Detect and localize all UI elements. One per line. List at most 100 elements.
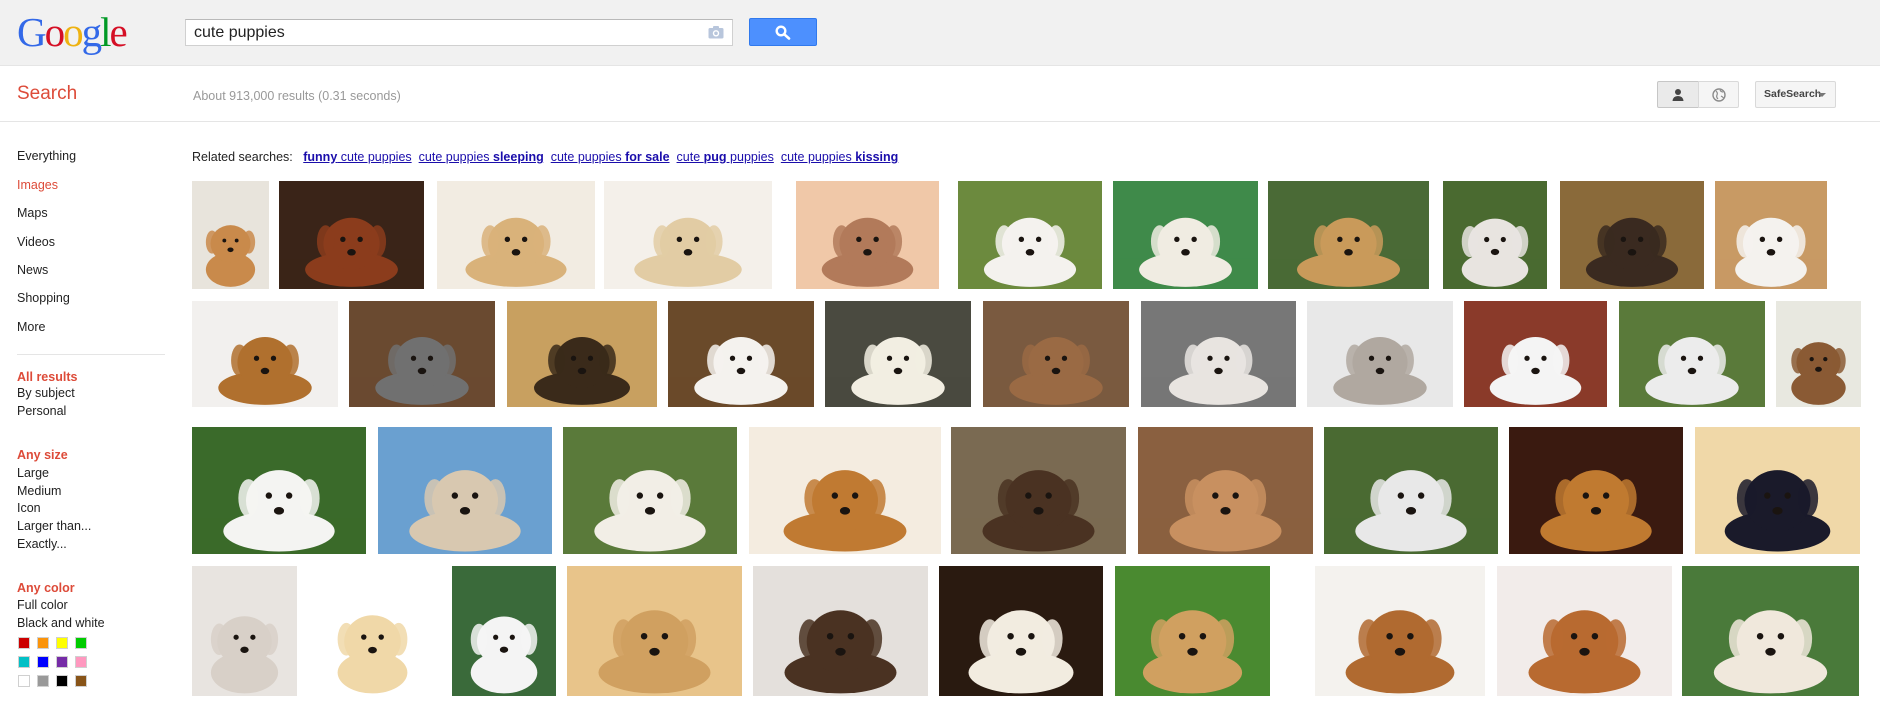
- color-swatch[interactable]: [37, 675, 49, 687]
- nav-size-option[interactable]: Larger than...: [17, 518, 91, 534]
- image-result-thumbnail[interactable]: [437, 181, 595, 289]
- color-swatch[interactable]: [18, 656, 30, 668]
- related-search-link[interactable]: cute puppies for sale: [551, 150, 670, 164]
- nav-results-option[interactable]: Personal: [17, 403, 66, 419]
- image-result-thumbnail[interactable]: [1619, 301, 1765, 407]
- search-button[interactable]: [749, 18, 817, 46]
- color-swatch[interactable]: [75, 656, 87, 668]
- search-box[interactable]: [185, 19, 733, 46]
- color-swatch[interactable]: [75, 675, 87, 687]
- related-search-link[interactable]: cute puppies kissing: [781, 150, 898, 164]
- nav-color-option[interactable]: Full color: [17, 597, 68, 613]
- nav-size-option[interactable]: Medium: [17, 483, 61, 499]
- image-result-thumbnail[interactable]: [1307, 301, 1453, 407]
- person-icon: [1672, 89, 1684, 101]
- nav-item-shopping[interactable]: Shopping: [17, 290, 70, 306]
- image-result-thumbnail[interactable]: [825, 301, 971, 407]
- safesearch-label: SafeSearch: [1764, 88, 1822, 100]
- image-result-thumbnail[interactable]: [1776, 301, 1861, 407]
- image-result-thumbnail[interactable]: [1315, 566, 1485, 696]
- nav-item-news[interactable]: News: [17, 262, 48, 278]
- image-result-thumbnail[interactable]: [1464, 301, 1607, 407]
- color-swatch[interactable]: [56, 675, 68, 687]
- image-result-thumbnail[interactable]: [192, 181, 269, 289]
- nav-any-color[interactable]: Any color: [17, 580, 75, 596]
- image-result-thumbnail[interactable]: [951, 427, 1126, 554]
- nav-color-option[interactable]: Black and white: [17, 615, 105, 631]
- image-result-thumbnail[interactable]: [378, 427, 552, 554]
- image-result-thumbnail[interactable]: [958, 181, 1102, 289]
- logo-letter: g: [81, 9, 102, 55]
- hide-personal-results-button[interactable]: [1698, 81, 1739, 108]
- color-swatch[interactable]: [56, 656, 68, 668]
- image-result-thumbnail[interactable]: [604, 181, 772, 289]
- color-swatch[interactable]: [18, 637, 30, 649]
- image-result-thumbnail[interactable]: [1497, 566, 1672, 696]
- image-result-thumbnail[interactable]: [349, 301, 495, 407]
- nav-divider: [17, 354, 165, 355]
- top-bar: Google: [0, 0, 1880, 66]
- image-result-thumbnail[interactable]: [1560, 181, 1704, 289]
- related-searches-label: Related searches:: [192, 150, 293, 164]
- image-result-thumbnail[interactable]: [939, 566, 1103, 696]
- color-swatch[interactable]: [56, 637, 68, 649]
- image-result-thumbnail[interactable]: [1682, 566, 1859, 696]
- magnifier-icon: [775, 25, 791, 40]
- search-label: Search: [17, 83, 78, 104]
- image-result-thumbnail[interactable]: [1113, 181, 1258, 289]
- image-result-thumbnail[interactable]: [796, 181, 939, 289]
- nav-any-size[interactable]: Any size: [17, 447, 68, 463]
- nav-size-option[interactable]: Exactly...: [17, 536, 67, 552]
- image-result-thumbnail[interactable]: [279, 181, 424, 289]
- nav-all-results[interactable]: All results: [17, 369, 77, 385]
- image-result-thumbnail[interactable]: [1509, 427, 1683, 554]
- related-searches: Related searches: funny cute puppies cute…: [192, 150, 898, 164]
- safesearch-button[interactable]: SafeSearch: [1755, 81, 1836, 108]
- image-result-thumbnail[interactable]: [318, 566, 427, 696]
- image-result-thumbnail[interactable]: [1115, 566, 1270, 696]
- image-result-thumbnail[interactable]: [1443, 181, 1547, 289]
- nav-item-more[interactable]: More: [17, 319, 45, 335]
- image-result-thumbnail[interactable]: [1138, 427, 1313, 554]
- image-result-thumbnail[interactable]: [452, 566, 556, 696]
- color-swatch[interactable]: [37, 656, 49, 668]
- image-result-thumbnail[interactable]: [1141, 301, 1296, 407]
- color-swatch[interactable]: [75, 637, 87, 649]
- image-result-thumbnail[interactable]: [1715, 181, 1827, 289]
- search-input[interactable]: [194, 20, 694, 45]
- image-result-thumbnail[interactable]: [668, 301, 814, 407]
- nav-item-images[interactable]: Images: [17, 177, 58, 193]
- sub-bar: Search About 913,000 results (0.31 secon…: [0, 66, 1880, 122]
- image-result-thumbnail[interactable]: [753, 566, 928, 696]
- camera-icon[interactable]: [708, 26, 724, 39]
- image-result-thumbnail[interactable]: [1695, 427, 1860, 554]
- image-result-thumbnail[interactable]: [749, 427, 941, 554]
- image-result-thumbnail[interactable]: [192, 301, 338, 407]
- logo-letter: o: [44, 9, 65, 55]
- nav-results-option[interactable]: By subject: [17, 385, 75, 401]
- result-stats: About 913,000 results (0.31 seconds): [193, 89, 401, 103]
- google-logo[interactable]: Google: [17, 9, 128, 55]
- related-search-link[interactable]: cute puppies sleeping: [419, 150, 544, 164]
- nav-item-videos[interactable]: Videos: [17, 234, 55, 250]
- image-result-thumbnail[interactable]: [563, 427, 737, 554]
- image-result-thumbnail[interactable]: [1324, 427, 1498, 554]
- related-search-link[interactable]: cute pug puppies: [677, 150, 774, 164]
- related-search-link[interactable]: funny cute puppies: [303, 150, 411, 164]
- nav-item-maps[interactable]: Maps: [17, 205, 48, 221]
- image-result-thumbnail[interactable]: [192, 566, 297, 696]
- nav-size-option[interactable]: Large: [17, 465, 49, 481]
- image-result-thumbnail[interactable]: [192, 427, 366, 554]
- logo-letter: l: [100, 9, 111, 55]
- image-result-thumbnail[interactable]: [507, 301, 657, 407]
- color-swatch[interactable]: [37, 637, 49, 649]
- image-result-thumbnail[interactable]: [983, 301, 1129, 407]
- logo-letter: o: [63, 9, 83, 55]
- logo-letter: G: [17, 9, 47, 55]
- nav-item-everything[interactable]: Everything: [17, 148, 76, 164]
- personal-results-button[interactable]: [1657, 81, 1699, 108]
- image-result-thumbnail[interactable]: [1268, 181, 1429, 289]
- nav-size-option[interactable]: Icon: [17, 500, 41, 516]
- image-result-thumbnail[interactable]: [567, 566, 742, 696]
- color-swatch[interactable]: [18, 675, 30, 687]
